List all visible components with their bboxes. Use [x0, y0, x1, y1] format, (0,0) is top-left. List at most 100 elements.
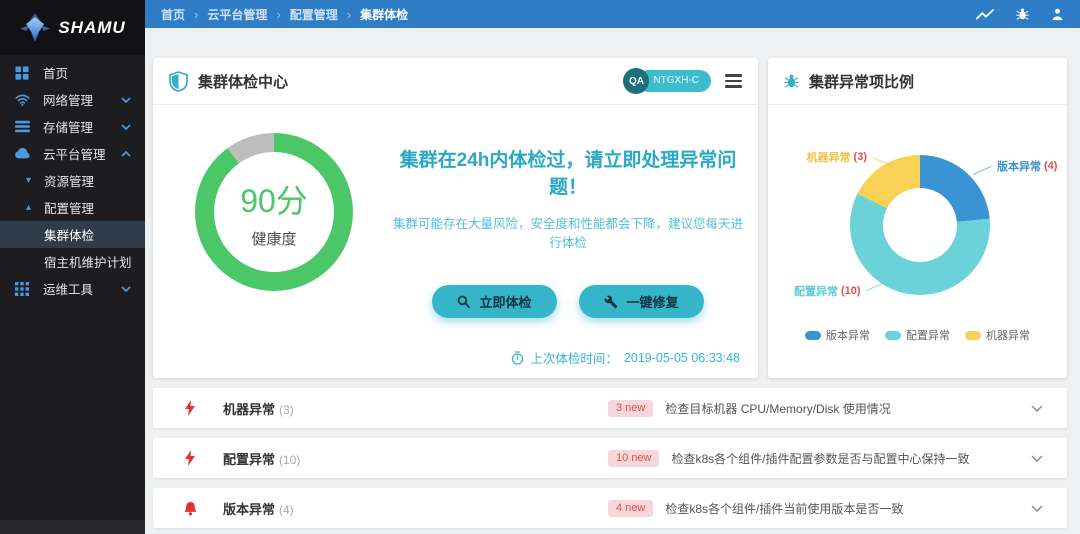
issues-pie-ring[interactable] — [850, 155, 990, 295]
issue-description: 检查k8s各个组件/插件配置参数是否与配置中心保持一致 — [671, 451, 970, 466]
storage-list-icon — [14, 120, 30, 133]
shield-icon — [169, 70, 188, 92]
page-content: 集群体检中心 QA NTGXH-C 90分 健康度 集群在24h内体检过，请立即… — [145, 28, 1080, 528]
health-gauge-ring: 90分 健康度 — [195, 133, 353, 291]
health-check-card: 集群体检中心 QA NTGXH-C 90分 健康度 集群在24h内体检过，请立即… — [153, 58, 758, 378]
legend-swatch — [885, 330, 901, 340]
wifi-icon — [14, 94, 30, 106]
app-window: SHAMU 首页 网络管理 存储管理 云平台管理 ▾ 资源管理 ▴ 配置管理 集… — [0, 0, 1080, 534]
caret-up-icon: ▴ — [26, 202, 32, 213]
dashboard-icon — [14, 65, 30, 80]
breadcrumb-separator: › — [276, 6, 281, 22]
health-message: 集群在24h内体检过，请立即处理异常问题！ 集群可能存在大量风险，安全度和性能都… — [388, 145, 748, 318]
legend-label: 机器异常 — [986, 330, 1030, 342]
wrench-icon — [604, 295, 618, 309]
sidebar-item-cluster-checkup[interactable]: 集群体检 — [0, 221, 145, 248]
lightning-icon — [183, 400, 197, 416]
legend-item-machine[interactable]: 机器异常 — [965, 327, 1030, 343]
pie-card-header: 集群异常项比例 — [768, 58, 1067, 105]
last-check-value: 2019-05-05 06:33:48 — [623, 350, 740, 365]
pie-label-count: (4) — [1044, 160, 1058, 172]
issue-row-machine[interactable]: 机器异常 (3) 3 new 检查目标机器 CPU/Memory/Disk 使用情… — [153, 388, 1067, 428]
sidebar-footer[interactable] — [0, 520, 145, 534]
sidebar-item-home[interactable]: 首页 — [0, 59, 145, 86]
legend-item-version[interactable]: 版本异常 — [805, 327, 870, 343]
chevron-down-icon[interactable] — [1031, 455, 1043, 462]
new-count-badge: 4 new — [608, 499, 654, 517]
repair-label: 一键修复 — [626, 295, 679, 310]
trend-icon[interactable] — [976, 8, 994, 20]
issue-title: 版本异常 (4) — [223, 501, 294, 517]
breadcrumb-separator: › — [346, 6, 352, 22]
health-card-body: 90分 健康度 集群在24h内体检过，请立即处理异常问题！ 集群可能存在大量风险… — [153, 105, 758, 377]
breadcrumb-separator: › — [194, 6, 199, 22]
chevron-up-icon — [121, 150, 131, 157]
breadcrumb-cloud-platform[interactable]: 云平台管理 — [207, 6, 267, 23]
chevron-down-icon — [121, 285, 131, 292]
breadcrumb: 首页 › 云平台管理 › 配置管理 › 集群体检 — [161, 6, 408, 23]
bug-icon[interactable] — [1016, 7, 1029, 21]
user-icon[interactable] — [1051, 7, 1064, 21]
breadcrumb-config-mgmt[interactable]: 配置管理 — [290, 6, 338, 23]
health-subline: 集群可能存在大量风险，安全度和性能都会下降，建议您每天进行体检 — [392, 217, 743, 250]
pie-label-count: (10) — [841, 285, 861, 297]
apps-grid-icon — [14, 281, 30, 296]
caret-down-icon: ▾ — [26, 175, 32, 186]
check-now-button[interactable]: 立即体检 — [432, 285, 557, 318]
legend-item-config[interactable]: 配置异常 — [885, 327, 950, 343]
pie-legend: 版本异常 配置异常 机器异常 — [768, 327, 1067, 343]
new-count-badge: 10 new — [608, 449, 660, 467]
pie-hole — [883, 188, 957, 262]
pie-card-body: 机器异常 (3) 版本异常 (4) 配置异常 (10) 版本异常 配置异常 机器… — [768, 105, 1067, 377]
sidebar-item-resource-mgmt[interactable]: ▾ 资源管理 — [0, 167, 145, 194]
health-score-label: 健康度 — [251, 230, 297, 248]
issue-title: 机器异常 (3) — [223, 401, 294, 417]
sidebar-item-storage[interactable]: 存储管理 — [0, 113, 145, 140]
menu-icon[interactable] — [725, 74, 742, 88]
last-check-time: 上次体检时间： 2019-05-05 06:33:48 — [511, 348, 740, 367]
sidebar-item-host-maintenance[interactable]: 宿主机维护计划 — [0, 248, 145, 275]
brand-name: SHAMU — [58, 17, 126, 37]
sidebar-item-network[interactable]: 网络管理 — [0, 86, 145, 113]
issue-count: (4) — [279, 502, 294, 517]
anomaly-ratio-card: 集群异常项比例 机器异常 (3) 版本异常 (4) 配置异常 (10) 版本异常… — [768, 58, 1067, 378]
sidebar-item-label: 存储管理 — [43, 121, 94, 135]
leader-line — [872, 157, 892, 166]
sidebar-item-config-mgmt[interactable]: ▴ 配置管理 — [0, 194, 145, 221]
pie-label-count: (3) — [853, 151, 867, 163]
sidebar-item-label: 网络管理 — [43, 94, 94, 108]
cluster-selector[interactable]: QA NTGXH-C — [623, 68, 711, 94]
topbar: 首页 › 云平台管理 › 配置管理 › 集群体检 — [145, 0, 1080, 28]
chevron-down-icon[interactable] — [1031, 405, 1043, 412]
pie-label-version: 版本异常 (4) — [972, 158, 1058, 176]
sidebar-item-label: 首页 — [43, 67, 69, 81]
issue-row-config[interactable]: 配置异常 (10) 10 new 检查k8s各个组件/插件配置参数是否与配置中心保… — [153, 438, 1067, 478]
sidebar-item-cloud-platform[interactable]: 云平台管理 — [0, 140, 145, 167]
topbar-icons — [976, 7, 1064, 21]
health-headline: 集群在24h内体检过，请立即处理异常问题！ — [399, 150, 737, 198]
sidebar-item-label: 集群体检 — [44, 229, 95, 243]
sidebar: SHAMU 首页 网络管理 存储管理 云平台管理 ▾ 资源管理 ▴ 配置管理 集… — [0, 0, 145, 534]
chevron-down-icon — [121, 123, 131, 130]
legend-swatch — [805, 330, 821, 340]
main-area: 首页 › 云平台管理 › 配置管理 › 集群体检 集群体检中心 QA NTGXH… — [145, 0, 1080, 534]
sidebar-item-label: 云平台管理 — [43, 148, 106, 162]
last-check-label: 上次体检时间： — [530, 352, 618, 366]
chevron-down-icon[interactable] — [1031, 505, 1043, 512]
health-score: 90分 — [240, 182, 308, 219]
breadcrumb-home[interactable]: 首页 — [161, 6, 185, 23]
brand-logo[interactable]: SHAMU — [0, 0, 145, 55]
new-count-badge: 3 new — [608, 399, 654, 417]
one-click-repair-button[interactable]: 一键修复 — [578, 285, 704, 318]
issue-description: 检查目标机器 CPU/Memory/Disk 使用情况 — [665, 401, 891, 416]
bell-icon — [183, 501, 197, 516]
bug-icon — [784, 73, 799, 89]
issue-count: (3) — [279, 402, 294, 417]
breadcrumb-current-page: 集群体检 — [360, 7, 409, 22]
pie-label-name: 配置异常 — [794, 286, 838, 298]
issue-description: 检查k8s各个组件/插件当前使用版本是否一致 — [665, 501, 904, 516]
legend-label: 配置异常 — [906, 330, 950, 342]
leader-line — [866, 282, 886, 291]
issue-row-version[interactable]: 版本异常 (4) 4 new 检查k8s各个组件/插件当前使用版本是否一致 — [153, 488, 1067, 528]
sidebar-item-ops-tools[interactable]: 运维工具 — [0, 275, 145, 302]
